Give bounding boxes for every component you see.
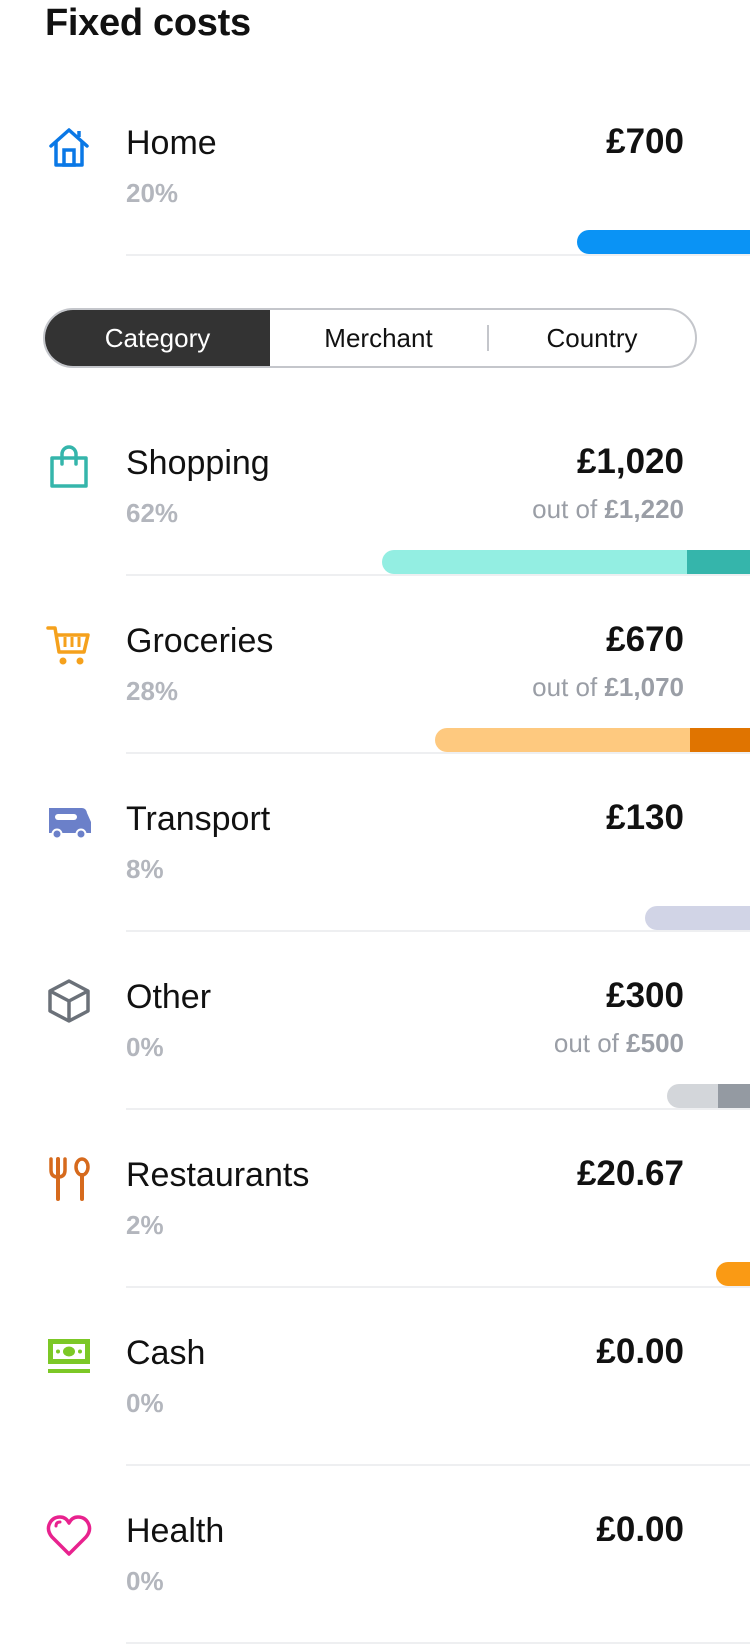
category-amount: £700 [606,122,684,161]
spending-bar [435,728,750,752]
budget-prefix: out of [532,672,598,702]
budget-prefix: out of [553,1028,619,1058]
row-divider [126,1642,750,1644]
category-percent: 62% [126,498,179,528]
category-row-transport[interactable]: Transport 8% £130 [0,776,750,954]
bar-segment-spent [435,728,691,752]
category-row-other[interactable]: Other 0% £300 out of £500 [0,954,750,1132]
cutlery-icon [46,1156,92,1202]
category-name: Health [126,1512,225,1550]
category-percent: 28% [126,676,179,706]
category-amount: £20.67 [576,1154,684,1193]
category-percent: 0% [126,1032,164,1062]
budget-value: £1,220 [604,494,684,524]
bus-icon [46,800,92,846]
category-amount: £300 [606,976,684,1015]
category-amount: £0.00 [596,1332,684,1371]
row-divider [126,1286,750,1288]
bar-segment-over [687,550,750,574]
cash-icon [46,1334,92,1380]
budget-value: £500 [626,1028,684,1058]
category-percent: 8% [126,854,164,884]
bar-segment-over [718,1084,750,1108]
bar-segment-spent [667,1084,719,1108]
category-name: Transport [126,800,271,838]
segment-country[interactable]: Country [489,310,695,366]
bar-segment-over [690,728,750,752]
category-percent: 2% [126,1210,164,1240]
category-name: Groceries [126,622,274,660]
bar-segment [645,906,750,930]
row-divider [126,1108,750,1110]
budget-prefix: out of [532,494,598,524]
category-percent: 20% [126,178,179,208]
box-icon [46,978,92,1024]
category-amount: £1,020 [576,442,684,481]
segment-category[interactable]: Category [45,310,270,366]
category-name: Cash [126,1334,206,1372]
row-divider [126,752,750,754]
spending-bar [645,906,750,930]
segment-merchant[interactable]: Merchant [270,310,487,366]
category-name: Other [126,978,212,1016]
spending-bar [577,230,750,254]
category-row-shopping[interactable]: Shopping 62% £1,020 out of £1,220 [0,420,750,598]
spending-bar [667,1084,750,1108]
row-divider [126,930,750,932]
heart-icon [46,1512,92,1558]
category-amount: £0.00 [596,1510,684,1549]
category-row-restaurants[interactable]: Restaurants 2% £20.67 [0,1132,750,1310]
budget-value: £1,070 [604,672,684,702]
category-percent: 0% [126,1388,164,1418]
category-budget: out of £1,220 [532,494,684,525]
category-row-home[interactable]: Home 20% £700 [0,100,750,278]
group-by-segmented-control[interactable]: Category Merchant Country [43,308,697,368]
category-row-health[interactable]: Health 0% £0.00 [0,1488,750,1646]
category-row-cash[interactable]: Cash 0% £0.00 [0,1310,750,1488]
fixed-costs-title: Fixed costs [45,2,251,44]
home-icon [46,124,92,170]
bar-segment [577,230,750,254]
bar-segment [716,1262,750,1286]
bar-segment-spent [382,550,688,574]
category-name: Shopping [126,444,270,482]
shopping-cart-icon [46,622,92,668]
row-divider [126,574,750,576]
spending-bar [716,1262,750,1286]
category-percent: 0% [126,1566,164,1596]
category-name: Home [126,124,217,162]
category-row-groceries[interactable]: Groceries 28% £670 out of £1,070 [0,598,750,776]
row-divider [126,1464,750,1466]
spending-bar [382,550,750,574]
category-amount: £130 [606,798,684,837]
category-name: Restaurants [126,1156,310,1194]
category-budget: out of £500 [554,1028,684,1059]
category-amount: £670 [606,620,684,659]
category-budget: out of £1,070 [532,672,684,703]
row-divider [126,254,750,256]
shopping-bag-icon [46,444,92,490]
